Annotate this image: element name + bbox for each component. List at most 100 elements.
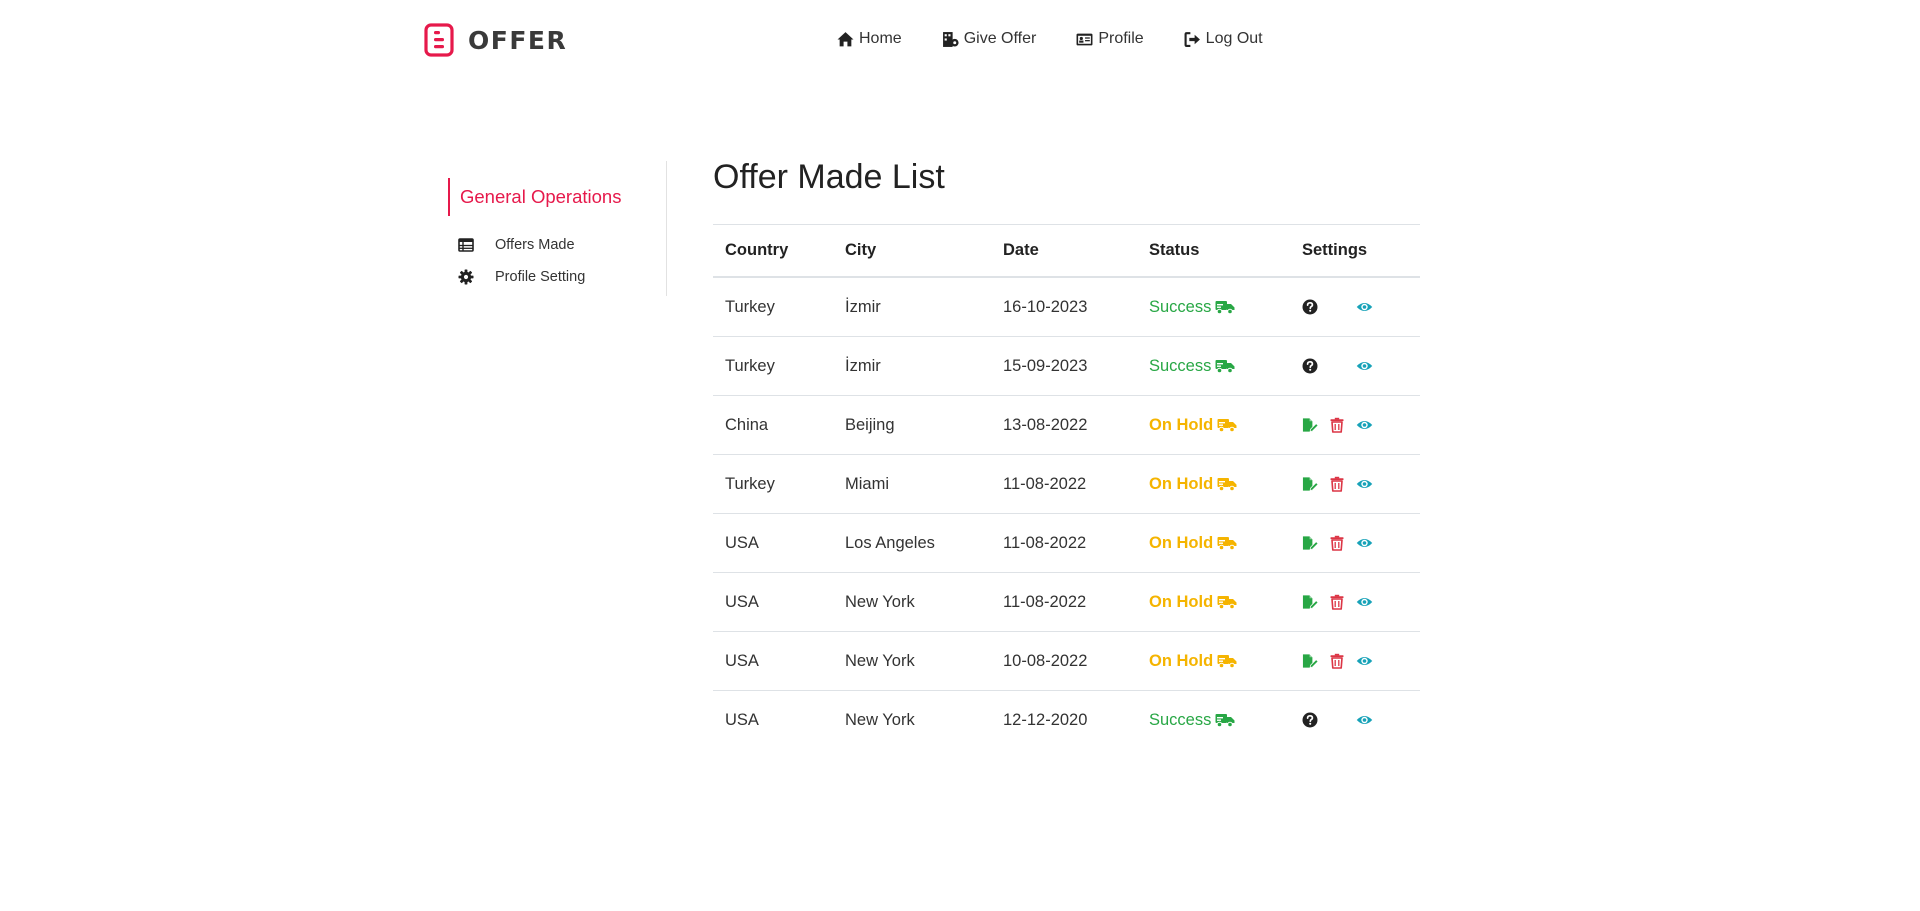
nav-profile-label: Profile <box>1098 30 1144 47</box>
offers-table: Country City Date Status Settings Turkey… <box>713 224 1420 749</box>
cell-status: On Hold <box>1137 454 1290 514</box>
cell-status: Success <box>1137 336 1290 396</box>
trash-icon[interactable] <box>1329 417 1346 434</box>
row-actions <box>1302 712 1420 729</box>
home-icon <box>837 31 854 46</box>
view-eye-icon[interactable] <box>1356 299 1373 316</box>
document-list-icon <box>424 23 454 57</box>
cell-date: 16-10-2023 <box>991 277 1137 337</box>
status-text: On Hold <box>1149 592 1214 611</box>
row-actions <box>1302 535 1420 552</box>
trash-icon[interactable] <box>1329 594 1346 611</box>
cell-settings <box>1290 277 1420 337</box>
row-actions <box>1302 299 1420 316</box>
status-badge: On Hold <box>1149 475 1237 494</box>
table-row: USA New York 11-08-2022 On Hold <box>713 572 1420 632</box>
edit-file-icon[interactable] <box>1302 417 1319 434</box>
nav-give-offer[interactable]: Give Offer <box>942 30 1036 48</box>
truck-icon <box>1215 360 1235 374</box>
gear-icon <box>458 269 474 285</box>
cell-date: 15-09-2023 <box>991 336 1137 396</box>
trash-icon[interactable] <box>1329 476 1346 493</box>
view-eye-icon[interactable] <box>1356 476 1373 493</box>
view-eye-icon[interactable] <box>1356 417 1373 434</box>
nav-home-label: Home <box>859 30 902 47</box>
cell-city: Beijing <box>833 395 991 455</box>
table-row: Turkey Miami 11-08-2022 On Hold <box>713 454 1420 514</box>
truck-icon <box>1215 714 1235 728</box>
cell-status: On Hold <box>1137 395 1290 455</box>
table-list-icon <box>458 238 474 252</box>
status-badge: Success <box>1149 357 1235 376</box>
status-badge: On Hold <box>1149 534 1237 553</box>
header-city: City <box>833 224 991 278</box>
status-text: On Hold <box>1149 651 1214 670</box>
nav-profile[interactable]: Profile <box>1076 30 1144 48</box>
status-text: On Hold <box>1149 533 1214 552</box>
row-actions <box>1302 594 1420 611</box>
edit-file-icon[interactable] <box>1302 535 1319 552</box>
trash-icon[interactable] <box>1329 535 1346 552</box>
table-row: Turkey İzmir 15-09-2023 Success <box>713 336 1420 396</box>
status-badge: On Hold <box>1149 416 1237 435</box>
cell-country: Turkey <box>713 454 833 514</box>
header-status: Status <box>1137 224 1290 278</box>
cell-status: On Hold <box>1137 513 1290 573</box>
cell-city: İzmir <box>833 336 991 396</box>
view-eye-icon[interactable] <box>1356 535 1373 552</box>
question-icon[interactable] <box>1302 358 1319 375</box>
edit-file-icon[interactable] <box>1302 653 1319 670</box>
status-text: On Hold <box>1149 415 1214 434</box>
nav-logout[interactable]: Log Out <box>1184 30 1263 48</box>
view-eye-icon[interactable] <box>1356 594 1373 611</box>
table-row: USA New York 10-08-2022 On Hold <box>713 631 1420 691</box>
brand-logo[interactable]: OFFER <box>424 23 567 57</box>
truck-icon <box>1217 655 1237 669</box>
status-badge: Success <box>1149 711 1235 730</box>
status-text: On Hold <box>1149 474 1214 493</box>
cell-settings <box>1290 395 1420 455</box>
cell-date: 11-08-2022 <box>991 454 1137 514</box>
brand-name: OFFER <box>468 25 568 55</box>
table-row: China Beijing 13-08-2022 On Hold <box>713 395 1420 455</box>
question-icon[interactable] <box>1302 299 1319 316</box>
cell-settings <box>1290 336 1420 396</box>
sidebar-item-label: Offers Made <box>495 237 575 253</box>
question-icon[interactable] <box>1302 712 1319 729</box>
sidebar-title: General Operations <box>448 178 666 216</box>
nav-logout-label: Log Out <box>1205 30 1263 47</box>
cell-country: USA <box>713 513 833 573</box>
cell-date: 12-12-2020 <box>1003 710 1088 729</box>
sidebar-item-offers-made[interactable]: Offers Made <box>458 237 575 253</box>
top-nav: Home Give Offer Profile Log Out <box>837 30 1263 48</box>
header-date: Date <box>991 224 1137 278</box>
view-eye-icon[interactable] <box>1356 712 1373 729</box>
truck-icon <box>1217 537 1237 551</box>
nav-home[interactable]: Home <box>837 30 902 48</box>
trash-icon[interactable] <box>1329 653 1346 670</box>
cell-city: Miami <box>833 454 991 514</box>
id-card-icon <box>1076 33 1093 45</box>
cell-date: 13-08-2022 <box>991 395 1137 455</box>
sidebar: General Operations Offers Made Profile S… <box>448 161 667 296</box>
header-country: Country <box>713 224 833 278</box>
edit-file-icon[interactable] <box>1302 594 1319 611</box>
cell-city: New York <box>833 631 991 691</box>
cell-status: Success <box>1137 691 1290 750</box>
header-settings: Settings <box>1290 224 1420 278</box>
view-eye-icon[interactable] <box>1356 358 1373 375</box>
table-row: USA Los Angeles 11-08-2022 On Hold <box>713 513 1420 573</box>
status-badge: On Hold <box>1149 652 1237 671</box>
sidebar-item-profile-setting[interactable]: Profile Setting <box>458 269 585 285</box>
status-text: Success <box>1149 710 1212 729</box>
cell-country: China <box>713 395 833 455</box>
cell-status: On Hold <box>1137 631 1290 691</box>
edit-file-icon[interactable] <box>1302 476 1319 493</box>
page-title: Offer Made List <box>713 158 945 196</box>
view-eye-icon[interactable] <box>1356 653 1373 670</box>
cell-city: İzmir <box>833 277 991 337</box>
table-header-row: Country City Date Status Settings <box>713 224 1420 278</box>
cell-country: USA <box>725 710 759 729</box>
row-actions <box>1302 358 1420 375</box>
table-body: Turkey İzmir 16-10-2023 Success Turkey İzmir 1… <box>713 277 1420 749</box>
